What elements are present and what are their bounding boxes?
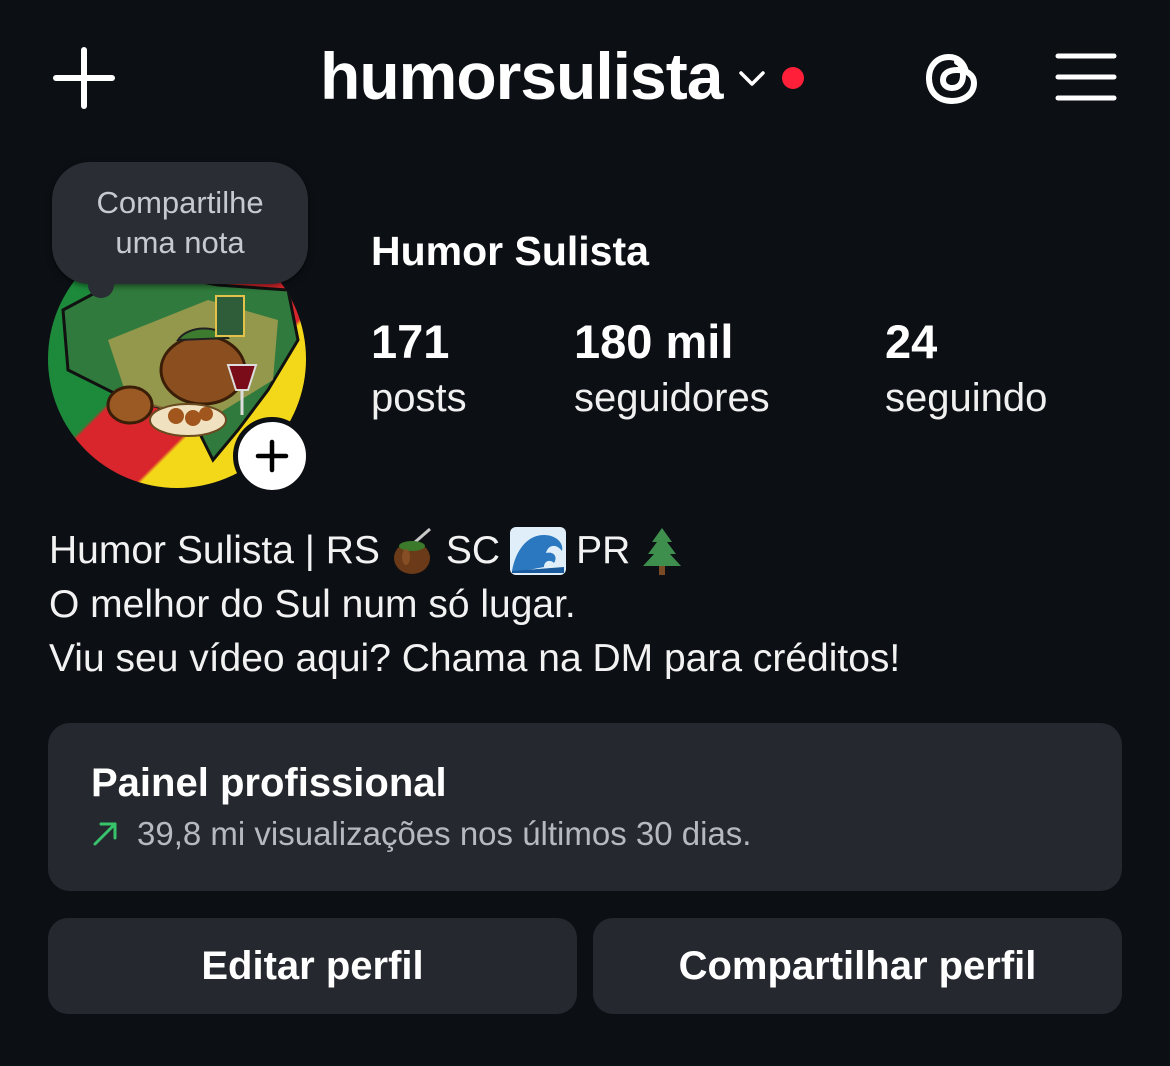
display-name: Humor Sulista [371,228,649,274]
edit-profile-button[interactable]: Editar perfil [48,918,577,1014]
note-line-1: Compartilhe [96,185,264,220]
bio-text-sc: SC [445,529,501,572]
following-count: 24 [885,315,938,368]
posts-stat[interactable]: 171 posts [371,312,467,424]
following-label: seguindo [885,376,1048,420]
create-button[interactable] [48,42,120,114]
followers-count: 180 mil [574,315,734,368]
professional-dashboard-title: Painel profissional [91,761,447,805]
views-summary: 39,8 mi visualizações nos últimos 30 dia… [137,815,752,852]
following-stat[interactable]: 24 seguindo [885,312,1047,424]
professional-dashboard[interactable]: Painel profissional 39,8 mi visualizaçõe… [48,723,1122,891]
plus-icon [255,439,289,473]
add-story-button[interactable] [233,417,311,495]
bio-text-rs: Humor Sulista | RS [49,529,380,572]
threads-button[interactable] [915,40,991,116]
bio: Humor Sulista | RS SC PR O melhor do Sul… [49,524,900,686]
bio-text-pr: PR [576,529,631,572]
notification-dot [782,67,805,89]
menu-button[interactable] [1050,44,1122,110]
bio-line-3: Viu seu vídeo aqui? Chama na DM para cré… [49,637,901,680]
chevron-down-icon [739,71,766,86]
plus-icon [53,47,115,109]
mate-cuia-emoji [393,527,431,574]
note-line-2: uma nota [115,225,245,260]
evergreen-tree-emoji [643,528,682,575]
professional-dashboard-subtitle: 39,8 mi visualizações nos últimos 30 dia… [91,815,751,853]
followers-stat[interactable]: 180 mil seguidores [574,312,770,424]
wave-emoji [510,527,567,575]
note-bubble[interactable]: Compartilhe uma nota [52,162,308,284]
threads-icon [926,54,977,104]
profile-screen: humorsulista Compartilhe uma nota Humor … [0,0,1170,1066]
hamburger-menu-icon [1055,53,1117,101]
account-switcher[interactable]: humorsulista [320,34,805,118]
trending-up-arrow-icon [93,822,117,846]
posts-count: 171 [371,315,450,368]
bio-line-2: O melhor do Sul num só lugar. [49,583,576,626]
followers-label: seguidores [574,376,770,420]
username: humorsulista [320,39,723,113]
posts-label: posts [371,376,467,420]
bio-line-1: Humor Sulista | RS SC PR [49,524,900,578]
note-bubble-tail [88,272,114,298]
share-profile-button[interactable]: Compartilhar perfil [593,918,1122,1014]
